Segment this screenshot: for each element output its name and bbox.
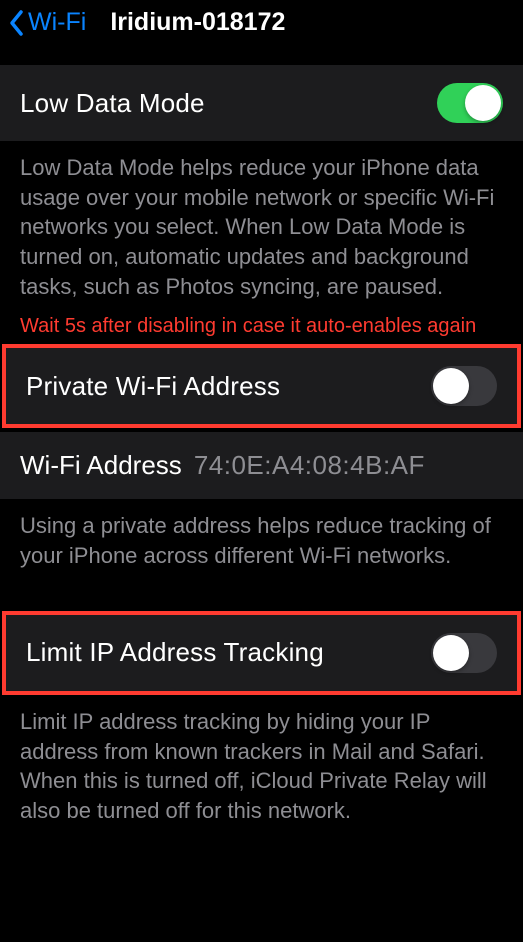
low-data-mode-description: Low Data Mode helps reduce your iPhone d… [0, 141, 523, 315]
low-data-mode-row: Low Data Mode [0, 65, 523, 141]
chevron-left-icon [8, 9, 24, 37]
private-wifi-address-toggle[interactable] [431, 366, 497, 406]
toggle-knob [465, 85, 501, 121]
private-wifi-highlight: Private Wi-Fi Address [2, 344, 521, 428]
navigation-bar: Wi-Fi Iridium-018172 [0, 0, 523, 47]
wifi-address-row: Wi-Fi Address 74:0E:A4:08:4B:AF [0, 432, 523, 499]
limit-ip-tracking-highlight: Limit IP Address Tracking [2, 611, 521, 695]
toggle-knob [433, 368, 469, 404]
limit-ip-tracking-label: Limit IP Address Tracking [26, 637, 324, 668]
back-button[interactable]: Wi-Fi [8, 8, 86, 37]
private-wifi-address-label: Private Wi-Fi Address [26, 371, 280, 402]
annotation-private-wifi: Wait 5s after disabling in case it auto-… [0, 315, 523, 344]
private-wifi-address-row: Private Wi-Fi Address [6, 348, 517, 424]
back-label: Wi-Fi [28, 8, 86, 37]
toggle-knob [433, 635, 469, 671]
limit-ip-tracking-toggle[interactable] [431, 633, 497, 673]
wifi-address-value: 74:0E:A4:08:4B:AF [194, 450, 425, 481]
limit-ip-tracking-row: Limit IP Address Tracking [6, 615, 517, 691]
private-wifi-description: Using a private address helps reduce tra… [0, 499, 523, 610]
low-data-mode-toggle[interactable] [437, 83, 503, 123]
limit-ip-tracking-description: Limit IP address tracking by hiding your… [0, 695, 523, 840]
wifi-address-label: Wi-Fi Address [20, 450, 182, 481]
page-title: Iridium-018172 [110, 8, 285, 37]
low-data-mode-label: Low Data Mode [20, 88, 205, 119]
